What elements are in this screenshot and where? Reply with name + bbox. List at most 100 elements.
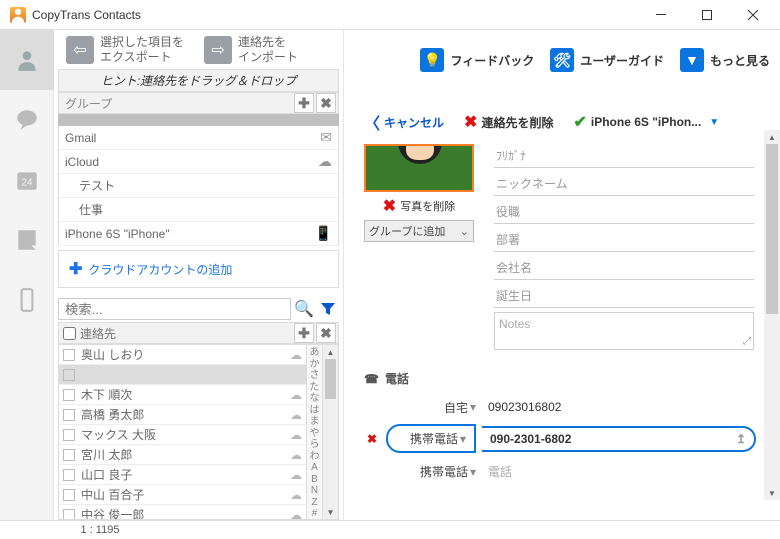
group-item[interactable]: Gmail✉: [59, 126, 338, 150]
maximize-button[interactable]: [684, 1, 730, 29]
feedback-button[interactable]: 💡フィードバック: [420, 48, 534, 72]
plus-icon: ✚: [69, 259, 82, 279]
phone-row: 自宅 ▾ 09023016802: [364, 393, 756, 421]
hint-text: ヒント:連絡先をドラッグ＆ドロップ: [58, 69, 339, 92]
move-up-icon[interactable]: ↥: [736, 432, 746, 446]
contacts-scrollbar[interactable]: ▲ ▼: [322, 345, 338, 519]
phone-type-dropdown[interactable]: 携帯電話 ▾: [386, 463, 476, 480]
status-bar: 1 : 1195: [0, 520, 780, 539]
field-notes[interactable]: Notes⤢: [494, 312, 754, 350]
sidebar-notes[interactable]: [0, 210, 54, 270]
phone-type-dropdown[interactable]: 携帯電話 ▾: [386, 424, 476, 453]
search-input[interactable]: [58, 298, 291, 320]
sidebar-calendar[interactable]: 24: [0, 150, 54, 210]
row-checkbox[interactable]: [63, 509, 75, 520]
group-add-button[interactable]: ✚: [294, 93, 314, 113]
chevron-down-icon: ▼: [680, 48, 704, 72]
delete-photo-button[interactable]: ✖写真を削除: [364, 192, 474, 220]
cloud-icon: ☁: [290, 348, 302, 362]
contact-add-button[interactable]: ✚: [294, 323, 314, 343]
group-item[interactable]: iCloud☁: [59, 150, 338, 174]
phone-value[interactable]: 09023016802: [482, 396, 756, 418]
import-button[interactable]: ⇨ 連絡先を インポート: [196, 31, 306, 68]
dropdown-icon: ▼: [709, 117, 719, 128]
row-checkbox[interactable]: [63, 469, 75, 481]
minimize-button[interactable]: [638, 1, 684, 29]
row-checkbox[interactable]: [63, 349, 75, 361]
userguide-button[interactable]: 🛠ユーザーガイド: [550, 48, 664, 72]
add-to-group-dropdown[interactable]: グループに追加⌄: [364, 220, 474, 242]
mail-icon: ✉: [320, 129, 332, 146]
row-checkbox[interactable]: [63, 389, 75, 401]
contact-list: 奥山 しおり☁ 木下 順次☁高橋 勇太郎☁マックス 大阪☁宮川 太郎☁山口 良子☁…: [59, 345, 306, 519]
x-icon: ✖: [383, 196, 396, 216]
cloud-icon: ☁: [290, 428, 302, 442]
select-all-checkbox[interactable]: [63, 327, 76, 340]
delete-contact-button[interactable]: ✖連絡先を削除: [464, 112, 553, 132]
contact-row[interactable]: 奥山 しおり☁: [59, 345, 306, 365]
phone-type-dropdown[interactable]: 自宅 ▾: [386, 399, 476, 416]
cancel-button[interactable]: 〈キャンセル: [364, 110, 444, 134]
expand-icon[interactable]: ⤢: [743, 336, 751, 347]
contact-row[interactable]: 山口 良子☁: [59, 465, 306, 485]
sidebar-contacts[interactable]: [0, 30, 54, 90]
sidebar-device[interactable]: [0, 270, 54, 330]
contact-row[interactable]: 中谷 俊一郎☁: [59, 505, 306, 519]
contact-avatar[interactable]: [364, 144, 474, 192]
phone-value[interactable]: 090-2301-6802↥: [482, 426, 756, 452]
cloud-icon: ☁: [318, 153, 332, 170]
row-checkbox[interactable]: [63, 489, 75, 501]
row-checkbox[interactable]: [63, 409, 75, 421]
chevron-left-icon: 〈: [364, 110, 380, 134]
contact-row[interactable]: 宮川 太郎☁: [59, 445, 306, 465]
groups-selected-bar[interactable]: [58, 114, 339, 126]
scroll-down-icon[interactable]: ▼: [764, 486, 780, 500]
cloud-icon: ☁: [290, 508, 302, 520]
group-item[interactable]: iPhone 6S "iPhone"📱: [59, 222, 338, 246]
contact-row[interactable]: 木下 順次☁: [59, 385, 306, 405]
detail-scrollbar[interactable]: ▲ ▼: [764, 130, 780, 500]
groups-header: グループ ✚ ✖: [58, 92, 339, 114]
row-checkbox[interactable]: [63, 449, 75, 461]
field-department[interactable]: 部署: [494, 228, 754, 252]
row-checkbox[interactable]: [63, 369, 75, 381]
row-checkbox[interactable]: [63, 429, 75, 441]
scroll-down-icon[interactable]: ▼: [323, 505, 338, 519]
contact-remove-button[interactable]: ✖: [316, 323, 336, 343]
scroll-thumb[interactable]: [766, 144, 778, 314]
group-item[interactable]: 仕事: [59, 198, 338, 222]
tools-icon: 🛠: [550, 48, 574, 72]
bulb-icon: 💡: [420, 48, 444, 72]
export-button[interactable]: ⇦ 選択した項目を エクスポート: [58, 31, 192, 68]
scroll-up-icon[interactable]: ▲: [323, 345, 338, 359]
window-title: CopyTrans Contacts: [32, 8, 638, 22]
kana-index[interactable]: あかさたなはまやらわABNZ#: [306, 345, 322, 519]
field-birthday[interactable]: 誕生日: [494, 284, 754, 308]
group-list: Gmail✉iCloud☁テスト仕事iPhone 6S "iPhone"📱: [58, 126, 339, 246]
group-remove-button[interactable]: ✖: [316, 93, 336, 113]
search-icon[interactable]: 🔍: [293, 298, 315, 320]
more-button[interactable]: ▼もっと見る: [680, 48, 770, 72]
phone-value[interactable]: 電話: [482, 459, 756, 484]
contact-row[interactable]: 高橋 勇太郎☁: [59, 405, 306, 425]
delete-row-button[interactable]: ✖: [364, 432, 380, 446]
field-nickname[interactable]: ニックネーム: [494, 172, 754, 196]
save-target-button[interactable]: ✔iPhone 6S "iPhon...▼: [573, 112, 719, 132]
field-reading[interactable]: ﾌﾘｶﾞﾅ: [494, 144, 754, 168]
sidebar-messages[interactable]: [0, 90, 54, 150]
scroll-up-icon[interactable]: ▲: [764, 130, 780, 144]
contact-row[interactable]: 中山 百合子☁: [59, 485, 306, 505]
contact-row[interactable]: マックス 大阪☁: [59, 425, 306, 445]
import-icon: ⇨: [204, 36, 232, 64]
add-cloud-account[interactable]: ✚ クラウドアカウントの追加: [58, 250, 339, 288]
cloud-icon: ☁: [290, 388, 302, 402]
field-company[interactable]: 会社名: [494, 256, 754, 280]
group-item[interactable]: テスト: [59, 174, 338, 198]
filter-icon[interactable]: [317, 298, 339, 320]
app-icon: [10, 7, 26, 23]
scroll-thumb[interactable]: [325, 359, 336, 399]
field-title[interactable]: 役職: [494, 200, 754, 224]
status-count: 1 : 1195: [0, 524, 200, 536]
contact-row[interactable]: [59, 365, 306, 385]
close-button[interactable]: [730, 1, 776, 29]
